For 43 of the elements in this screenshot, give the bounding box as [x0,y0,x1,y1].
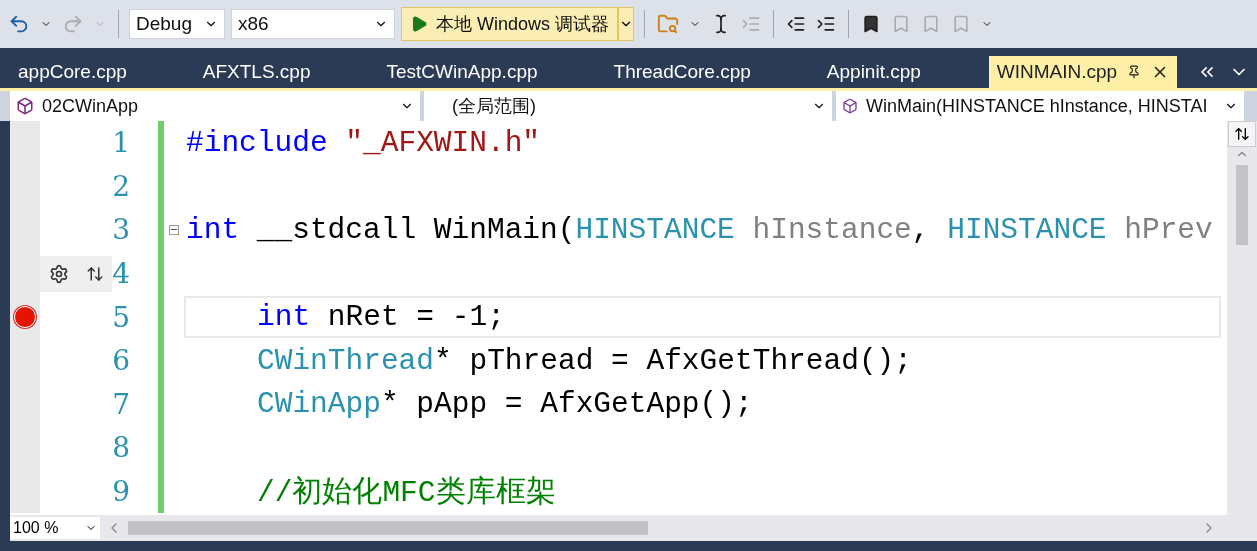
zoom-dropdown[interactable]: 100 % [10,517,100,539]
breakpoint-margin [10,121,40,165]
split-icon [1234,126,1250,142]
project-dropdown[interactable]: 02CWinApp [10,91,420,121]
line-number: 9 [112,475,130,509]
member-dropdown[interactable]: WinMain(HINSTANCE hInstance, HINSTAI [836,91,1244,121]
file-tab[interactable]: AFXTLS.cpp [194,56,319,88]
line-number: 4 [112,257,130,291]
line-number: 8 [112,431,130,465]
file-tab[interactable]: appCore.cpp [10,56,135,88]
project-icon [16,97,34,115]
configuration-dropdown[interactable]: Debug [129,9,225,39]
line-number: 1 [112,126,130,160]
breakpoint-margin [10,469,40,514]
pin-icon[interactable] [1127,65,1142,79]
code-line: #include "_AFXWIN.h" [186,125,541,160]
collapse-icon[interactable] [169,225,179,235]
file-tab[interactable]: WINMAIN.cpp [988,56,1178,88]
cube-icon [842,98,858,114]
code-line: //初始化MFC类库框架 [257,474,556,511]
scroll-thumb[interactable] [128,521,648,535]
run-dropdown-button[interactable] [618,7,635,41]
split-button[interactable] [1228,121,1256,147]
code-line: CWinThread* pThread = AfxGetThread(); [257,343,912,378]
arrows-icon[interactable] [85,264,104,283]
line-number: 3 [112,213,130,247]
settings-icon[interactable] [48,263,69,284]
code-line: CWinApp* pApp = AfxGetApp(); [257,387,753,422]
run-debugger-button[interactable]: 本地 Windows 调试器 [401,7,619,41]
file-tab[interactable]: ThreadCore.cpp [605,56,759,88]
line-number: 2 [112,169,130,203]
platform-dropdown[interactable]: x86 [231,9,395,39]
line-number: 6 [112,344,130,378]
line-number: 7 [112,387,130,421]
scroll-thumb[interactable] [1236,165,1248,245]
code-line: int __stdcall WinMain(HINSTANCE hInstance, HINSTANCE hPrev [186,213,1213,247]
scope-dropdown[interactable]: (全局范围) [424,91,832,121]
file-tab[interactable]: TestCWinApp.cpp [378,56,546,88]
file-tab[interactable]: Appinit.cpp [818,56,929,88]
code-line: int nRet = -1; [257,300,505,335]
play-icon [410,15,428,33]
line-number: 5 [112,300,130,334]
breakpoint-icon[interactable] [14,306,36,329]
